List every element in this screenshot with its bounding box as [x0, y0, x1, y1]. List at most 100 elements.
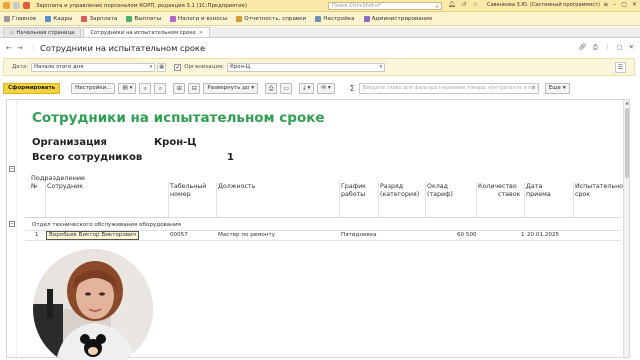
total-employees-value: 1: [227, 152, 234, 163]
generate-button[interactable]: Сформировать: [3, 82, 61, 94]
favorite-star-icon[interactable]: ☆: [30, 44, 36, 52]
forward-arrow-icon[interactable]: →: [17, 44, 23, 52]
organization-checkbox[interactable]: ✓: [174, 63, 182, 71]
grid-icon[interactable]: [23, 2, 30, 9]
col-header-text: Дата: [526, 183, 543, 190]
col-separator: [378, 182, 379, 217]
report-search-input[interactable]: Введите слово для фильтра (название това…: [358, 82, 539, 94]
print-button[interactable]: ⎙: [265, 82, 278, 94]
collapse-header-icon[interactable]: −: [9, 166, 15, 172]
cell-schedule: Пятидневка: [341, 232, 377, 238]
menu-icon[interactable]: [13, 2, 20, 9]
link-icon[interactable]: 🔗︎: [578, 43, 586, 52]
variants-button[interactable]: ▤ ▾: [118, 82, 137, 94]
col-header-text: (тариф): [427, 191, 453, 198]
col-header-text: Испытательно: [575, 183, 624, 190]
chevron-down-icon: ▾: [327, 84, 331, 91]
chevron-down-icon[interactable]: ▾: [380, 64, 383, 71]
cell-tab-number: 00057: [170, 232, 188, 238]
cell-employee[interactable]: Воробьев Виктор Викторович: [46, 231, 140, 240]
sum-icon[interactable]: Σ: [350, 84, 355, 93]
report-variant-icon: ▤: [122, 84, 128, 91]
organization-value: Крон-Ц: [230, 63, 250, 70]
presenter-image: [33, 249, 153, 360]
expand-groups-button[interactable]: ⊞: [173, 82, 186, 94]
menu-item-hr[interactable]: Кадры: [45, 15, 72, 22]
group-row-department[interactable]: Отдел технического обслуживания оборудов…: [32, 222, 181, 228]
menu-item-payments[interactable]: Выплаты: [126, 15, 161, 22]
settings-icon[interactable]: ≡: [603, 1, 608, 8]
vertical-scrollbar[interactable]: ▲: [623, 100, 629, 357]
save-button[interactable]: ⤓ ▾: [299, 82, 315, 94]
presenter-webcam-overlay: [33, 249, 153, 360]
col-header-rank: Разряд (категория): [380, 183, 419, 199]
chevron-down-icon: ▾: [562, 84, 566, 91]
titlebar-tools: 🔔︎ ↺ ☆: [448, 1, 478, 8]
find-button[interactable]: ⌕: [139, 82, 152, 94]
find-next-button[interactable]: ⌕: [154, 82, 167, 94]
collapse-group-icon[interactable]: −: [9, 221, 15, 227]
print-icon[interactable]: ⎙: [593, 43, 598, 52]
history-icon[interactable]: ↺: [462, 1, 467, 8]
expand-to-button[interactable]: Развернуть до ▾: [203, 82, 259, 94]
calendar-button[interactable]: ▦: [157, 62, 167, 72]
col-header-employee: Сотрудник: [47, 183, 83, 191]
collapse-groups-button[interactable]: ⊟: [188, 82, 201, 94]
menu-item-taxes[interactable]: Налоги и взносы: [169, 15, 227, 22]
tab-trial-employees[interactable]: Сотрудники на испытательном сроке ✕: [83, 27, 210, 37]
cell-num: 1: [35, 232, 39, 238]
menu-item-admin[interactable]: Администрирование: [363, 15, 433, 22]
send-button[interactable]: ✉ ▾: [317, 82, 335, 94]
col-header-text: График: [341, 183, 366, 190]
search-icon[interactable]: ⌕: [436, 3, 439, 10]
expand-to-label: Развернуть до: [207, 84, 250, 91]
organization-field[interactable]: Крон-Ц ▾: [227, 62, 386, 72]
maximize-icon[interactable]: ▢: [621, 1, 627, 8]
col-header-text: Разряд: [380, 183, 404, 190]
tab-home[interactable]: ⌂ Начальная страница: [3, 27, 82, 37]
filter-settings-button[interactable]: ☰: [615, 62, 626, 73]
col-header-position: Должность: [218, 183, 255, 191]
more-button[interactable]: Еще ▾: [544, 82, 570, 94]
scroll-thumb[interactable]: [625, 108, 629, 178]
menu-item-reports[interactable]: Отчетность, справки: [236, 15, 306, 22]
more-label: Еще: [548, 84, 561, 91]
current-user[interactable]: Савенкова З.Ю. (Системный программист): [487, 2, 600, 8]
cell-hire-date: 20.01.2025: [527, 232, 560, 238]
col-separator: [216, 182, 217, 217]
col-header-salary: Оклад (тариф): [427, 183, 453, 199]
table-row[interactable]: 1 Воробьев Виктор Викторович 00057 Масте…: [25, 231, 621, 240]
maximize-form-icon[interactable]: ▢: [616, 43, 622, 52]
cell-rates: 1: [521, 232, 525, 238]
back-arrow-icon[interactable]: ←: [6, 44, 12, 52]
chevron-down-icon[interactable]: ▾: [150, 64, 153, 71]
salary-icon: [81, 15, 88, 22]
close-form-icon[interactable]: ✕: [629, 43, 634, 52]
row-divider: [25, 240, 621, 241]
menu-item-label: Настройка: [323, 15, 355, 22]
favorites-icon[interactable]: ☆: [473, 1, 478, 8]
global-search-input[interactable]: Поиск Ctrl+Shift+F ⌕: [328, 2, 442, 10]
col-separator: [339, 182, 340, 217]
menu-item-settings[interactable]: Настройка: [315, 15, 355, 22]
collapse-icon: ⊟: [191, 84, 197, 92]
generate-label: Сформировать: [8, 84, 56, 91]
col-header-text: Сотрудник: [47, 183, 84, 190]
title-bar: Зарплата и управление персоналом КОРП, р…: [0, 0, 640, 12]
menu-item-main[interactable]: Главное: [4, 15, 36, 22]
menu-item-salary[interactable]: Зарплата: [81, 15, 117, 22]
col-separator: [476, 182, 477, 217]
col-separator: [425, 182, 426, 217]
date-field[interactable]: Начало этого дня ▾: [31, 62, 156, 72]
clear-icon[interactable]: ✕: [532, 84, 536, 93]
scroll-up-icon[interactable]: ▲: [624, 100, 629, 106]
more-icon[interactable]: ⋮: [604, 43, 611, 52]
mail-icon: ✉: [321, 84, 326, 91]
settings-button[interactable]: Настройки...: [71, 82, 116, 94]
preview-button[interactable]: ▭: [280, 82, 293, 94]
bell-icon[interactable]: 🔔︎: [448, 1, 456, 8]
menu-item-label: Администрирование: [371, 15, 433, 22]
close-icon[interactable]: ✕: [632, 1, 637, 8]
close-tab-icon[interactable]: ✕: [199, 28, 203, 38]
minimize-icon[interactable]: –: [613, 1, 616, 8]
